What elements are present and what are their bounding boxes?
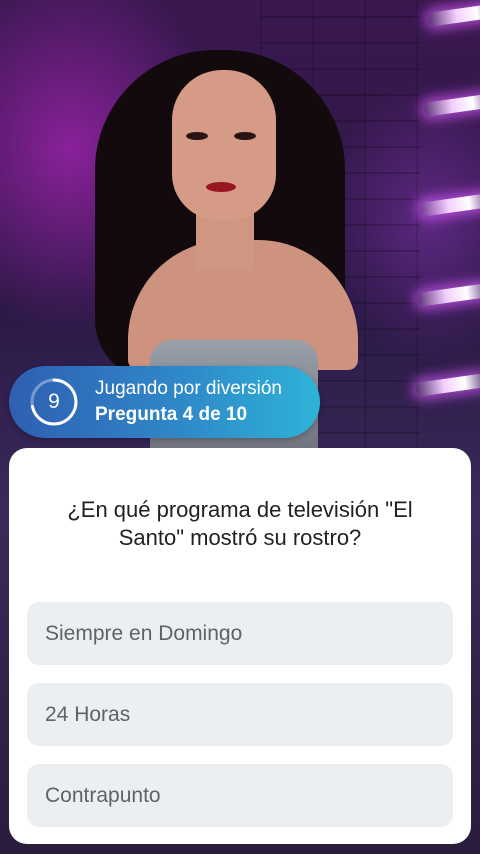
answer-label: 24 Horas — [45, 703, 131, 726]
answer-option-2[interactable]: 24 Horas — [27, 683, 453, 746]
game-mode-label: Jugando por diversión — [95, 378, 282, 399]
neon-light-bar — [427, 3, 480, 27]
countdown-timer: 9 — [29, 377, 79, 427]
game-status-pill: 9 Jugando por diversión Pregunta 4 de 10 — [9, 366, 320, 438]
question-text: ¿En qué programa de televisión "El Santo… — [67, 497, 413, 550]
answer-option-1[interactable]: Siempre en Domingo — [27, 602, 453, 665]
answer-label: Siempre en Domingo — [45, 622, 243, 645]
answer-option-3[interactable]: Contrapunto — [27, 764, 453, 827]
neon-light-bar — [417, 283, 480, 307]
answer-label: Contrapunto — [45, 784, 161, 807]
timer-value: 9 — [48, 390, 60, 413]
neon-light-bar — [415, 373, 480, 397]
question-card: ¿En qué programa de televisión "El Santo… — [9, 448, 471, 844]
question-progress: Pregunta 4 de 10 — [95, 404, 248, 425]
neon-light-bar — [419, 193, 480, 217]
neon-light-bar — [423, 93, 480, 117]
